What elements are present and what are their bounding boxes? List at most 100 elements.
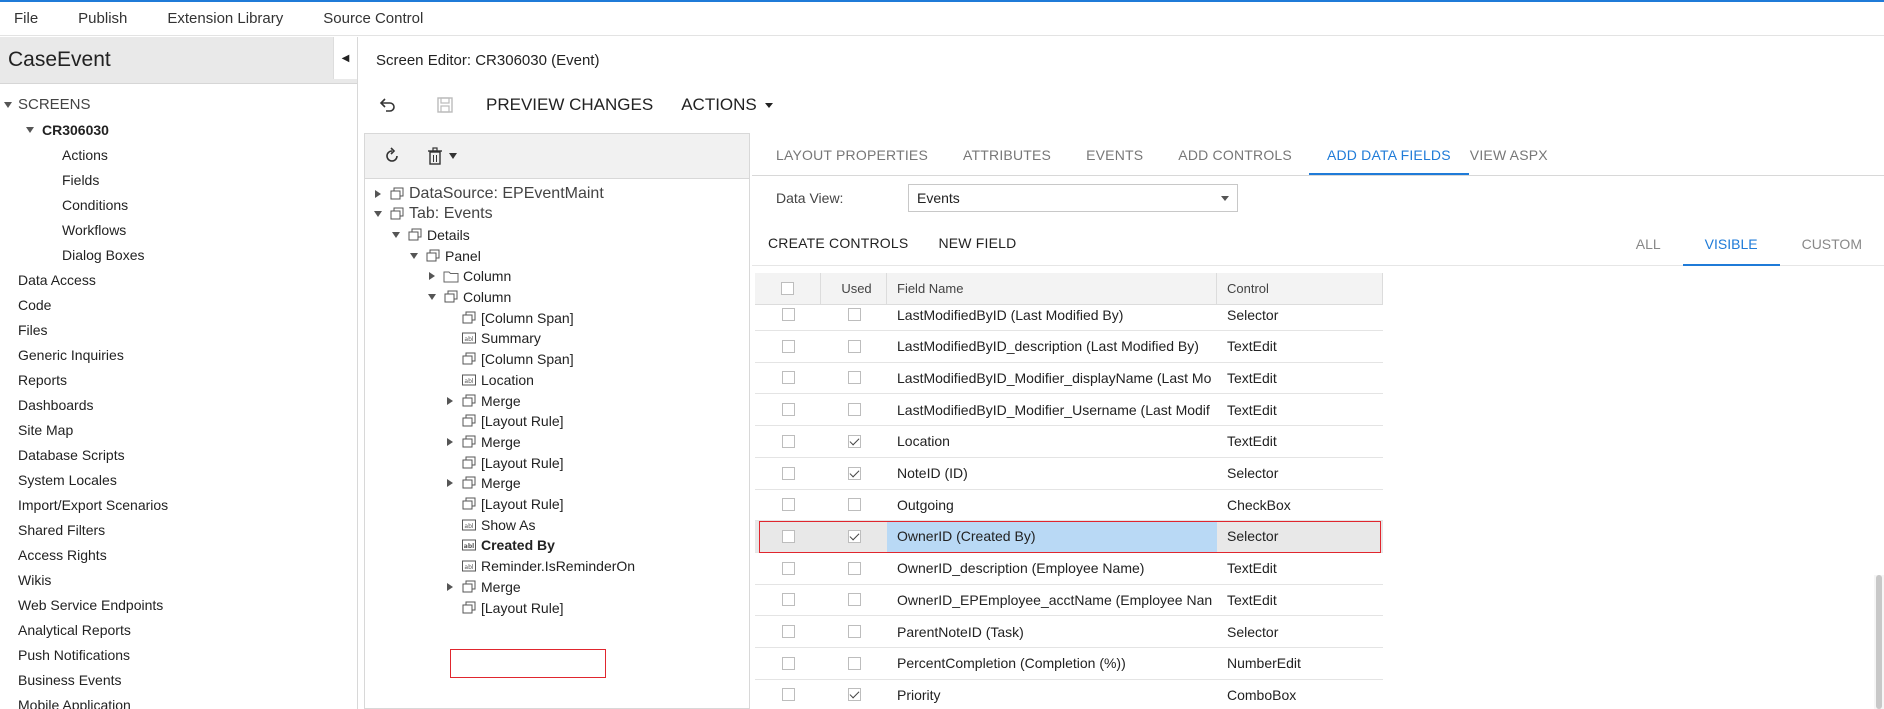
nav-section-item[interactable]: Access Rights: [0, 542, 357, 567]
new-field-button[interactable]: NEW FIELD: [938, 235, 1016, 251]
nav-screen-child[interactable]: Dialog Boxes: [0, 242, 357, 267]
tree-node[interactable]: [Layout Rule]: [443, 595, 564, 620]
caret-down-icon[interactable]: [371, 211, 385, 218]
row-select-cell[interactable]: [755, 362, 821, 393]
row-select-checkbox[interactable]: [781, 308, 795, 321]
row-select-cell[interactable]: [755, 426, 821, 457]
filter-visible[interactable]: VISIBLE: [1682, 236, 1780, 266]
row-select-checkbox[interactable]: [781, 688, 795, 702]
nav-section-item[interactable]: Generic Inquiries: [0, 342, 357, 367]
table-row[interactable]: Priority ComboBox: [755, 679, 1383, 709]
tab-layout-properties[interactable]: LAYOUT PROPERTIES: [776, 147, 944, 175]
caret-right-icon[interactable]: [371, 189, 385, 198]
select-all-checkbox[interactable]: [781, 282, 794, 295]
row-select-checkbox[interactable]: [781, 466, 795, 480]
table-row[interactable]: NoteID (ID) Selector: [755, 458, 1383, 490]
nav-screen-child[interactable]: Actions: [0, 142, 357, 167]
nav-section-item[interactable]: System Locales: [0, 467, 357, 492]
caret-down-icon[interactable]: [389, 231, 403, 238]
row-select-checkbox[interactable]: [781, 529, 795, 543]
tab-view-aspx[interactable]: VIEW ASPX: [1470, 147, 1564, 175]
table-row[interactable]: OwnerID_description (Employee Name) TextE…: [755, 553, 1383, 585]
nav-section-item[interactable]: Analytical Reports: [0, 617, 357, 642]
table-row[interactable]: OwnerID_EPEmployee_acctName (Employee Na…: [755, 584, 1383, 617]
nav-section-item[interactable]: Code: [0, 292, 357, 317]
tab-add-controls[interactable]: ADD CONTROLS: [1178, 147, 1308, 175]
nav-section-item[interactable]: Data Access: [0, 267, 357, 292]
nav-section-item[interactable]: Push Notifications: [0, 642, 357, 667]
menu-source-control[interactable]: Source Control: [323, 10, 423, 27]
nav-section-item[interactable]: Mobile Application: [0, 692, 357, 709]
nav-section-item[interactable]: Import/Export Scenarios: [0, 492, 357, 517]
data-view-select[interactable]: Events: [908, 184, 1238, 212]
caret-right-icon[interactable]: [425, 272, 439, 281]
row-select-cell[interactable]: [755, 521, 821, 552]
row-select-checkbox[interactable]: [781, 625, 795, 638]
table-row[interactable]: Outgoing CheckBox: [755, 489, 1383, 522]
menu-file[interactable]: File: [14, 10, 38, 27]
table-row[interactable]: LastModifiedByID (Last Modified By) Selec…: [755, 299, 1383, 331]
nav-section-item[interactable]: Site Map: [0, 417, 357, 442]
tab-add-data-fields[interactable]: ADD DATA FIELDS: [1308, 147, 1469, 175]
filter-all[interactable]: ALL: [1614, 236, 1683, 266]
table-row[interactable]: PercentCompletion (Completion (%)) Number…: [755, 648, 1383, 680]
row-select-checkbox[interactable]: [781, 403, 795, 417]
nav-section-item[interactable]: Wikis: [0, 567, 357, 592]
row-select-cell[interactable]: [755, 616, 821, 647]
nav-section-item[interactable]: Database Scripts: [0, 442, 357, 467]
refresh-button[interactable]: [377, 141, 407, 171]
filter-custom[interactable]: CUSTOM: [1780, 236, 1884, 266]
create-controls-button[interactable]: CREATE CONTROLS: [768, 235, 908, 251]
row-select-cell[interactable]: [755, 299, 821, 330]
actions-menu-button[interactable]: ACTIONS: [681, 95, 773, 115]
row-select-checkbox[interactable]: [781, 498, 795, 512]
nav-screen-child[interactable]: Fields: [0, 167, 357, 192]
undo-button[interactable]: [370, 88, 404, 122]
menu-publish[interactable]: Publish: [78, 10, 127, 27]
caret-right-icon[interactable]: [443, 582, 457, 591]
nav-section-item[interactable]: Reports: [0, 367, 357, 392]
tab-events[interactable]: EVENTS: [1086, 147, 1159, 175]
row-select-cell[interactable]: [755, 679, 821, 709]
caret-right-icon[interactable]: [443, 437, 457, 446]
save-button[interactable]: [428, 88, 462, 122]
row-select-cell[interactable]: [755, 489, 821, 520]
nav-screens[interactable]: SCREENS: [0, 92, 357, 117]
page-scrollbar[interactable]: [1874, 575, 1884, 709]
row-select-cell[interactable]: [755, 394, 821, 425]
nav-screen-child[interactable]: Workflows: [0, 217, 357, 242]
row-select-cell[interactable]: [755, 553, 821, 584]
row-select-cell[interactable]: [755, 331, 821, 362]
collapse-panel-button[interactable]: ◀: [333, 37, 357, 79]
caret-down-icon[interactable]: [425, 294, 439, 300]
nav-section-item[interactable]: Web Service Endpoints: [0, 592, 357, 617]
preview-changes-button[interactable]: PREVIEW CHANGES: [486, 95, 653, 115]
row-select-cell[interactable]: [755, 648, 821, 679]
table-row[interactable]: ParentNoteID (Task) Selector: [755, 616, 1383, 648]
nav-section-item[interactable]: Business Events: [0, 667, 357, 692]
scrollbar-thumb[interactable]: [1876, 575, 1882, 709]
row-select-cell[interactable]: [755, 458, 821, 489]
table-row[interactable]: LastModifiedByID_Modifier_Username (Last…: [755, 394, 1383, 427]
caret-down-icon[interactable]: [407, 252, 421, 259]
tab-attributes[interactable]: ATTRIBUTES: [963, 147, 1067, 175]
nav-section-item[interactable]: Shared Filters: [0, 517, 357, 542]
row-select-checkbox[interactable]: [781, 339, 795, 353]
row-select-checkbox[interactable]: [781, 371, 795, 385]
menu-extension-library[interactable]: Extension Library: [167, 10, 283, 27]
caret-right-icon[interactable]: [443, 396, 457, 405]
table-row[interactable]: OwnerID (Created By) Selector: [755, 520, 1383, 553]
table-row[interactable]: Location TextEdit: [755, 426, 1383, 458]
row-select-checkbox[interactable]: [781, 593, 795, 607]
nav-screen-cr306030[interactable]: CR306030: [0, 117, 357, 142]
nav-screen-child[interactable]: Conditions: [0, 192, 357, 217]
table-row[interactable]: LastModifiedByID_Modifier_displayName (L…: [755, 362, 1383, 395]
row-select-cell[interactable]: [755, 584, 821, 615]
table-row[interactable]: LastModifiedByID_description (Last Modif…: [755, 331, 1383, 363]
row-select-checkbox[interactable]: [781, 561, 795, 575]
delete-menu-button[interactable]: [421, 141, 463, 171]
caret-right-icon[interactable]: [443, 479, 457, 488]
row-select-checkbox[interactable]: [781, 434, 795, 448]
nav-section-item[interactable]: Dashboards: [0, 392, 357, 417]
nav-section-item[interactable]: Files: [0, 317, 357, 342]
